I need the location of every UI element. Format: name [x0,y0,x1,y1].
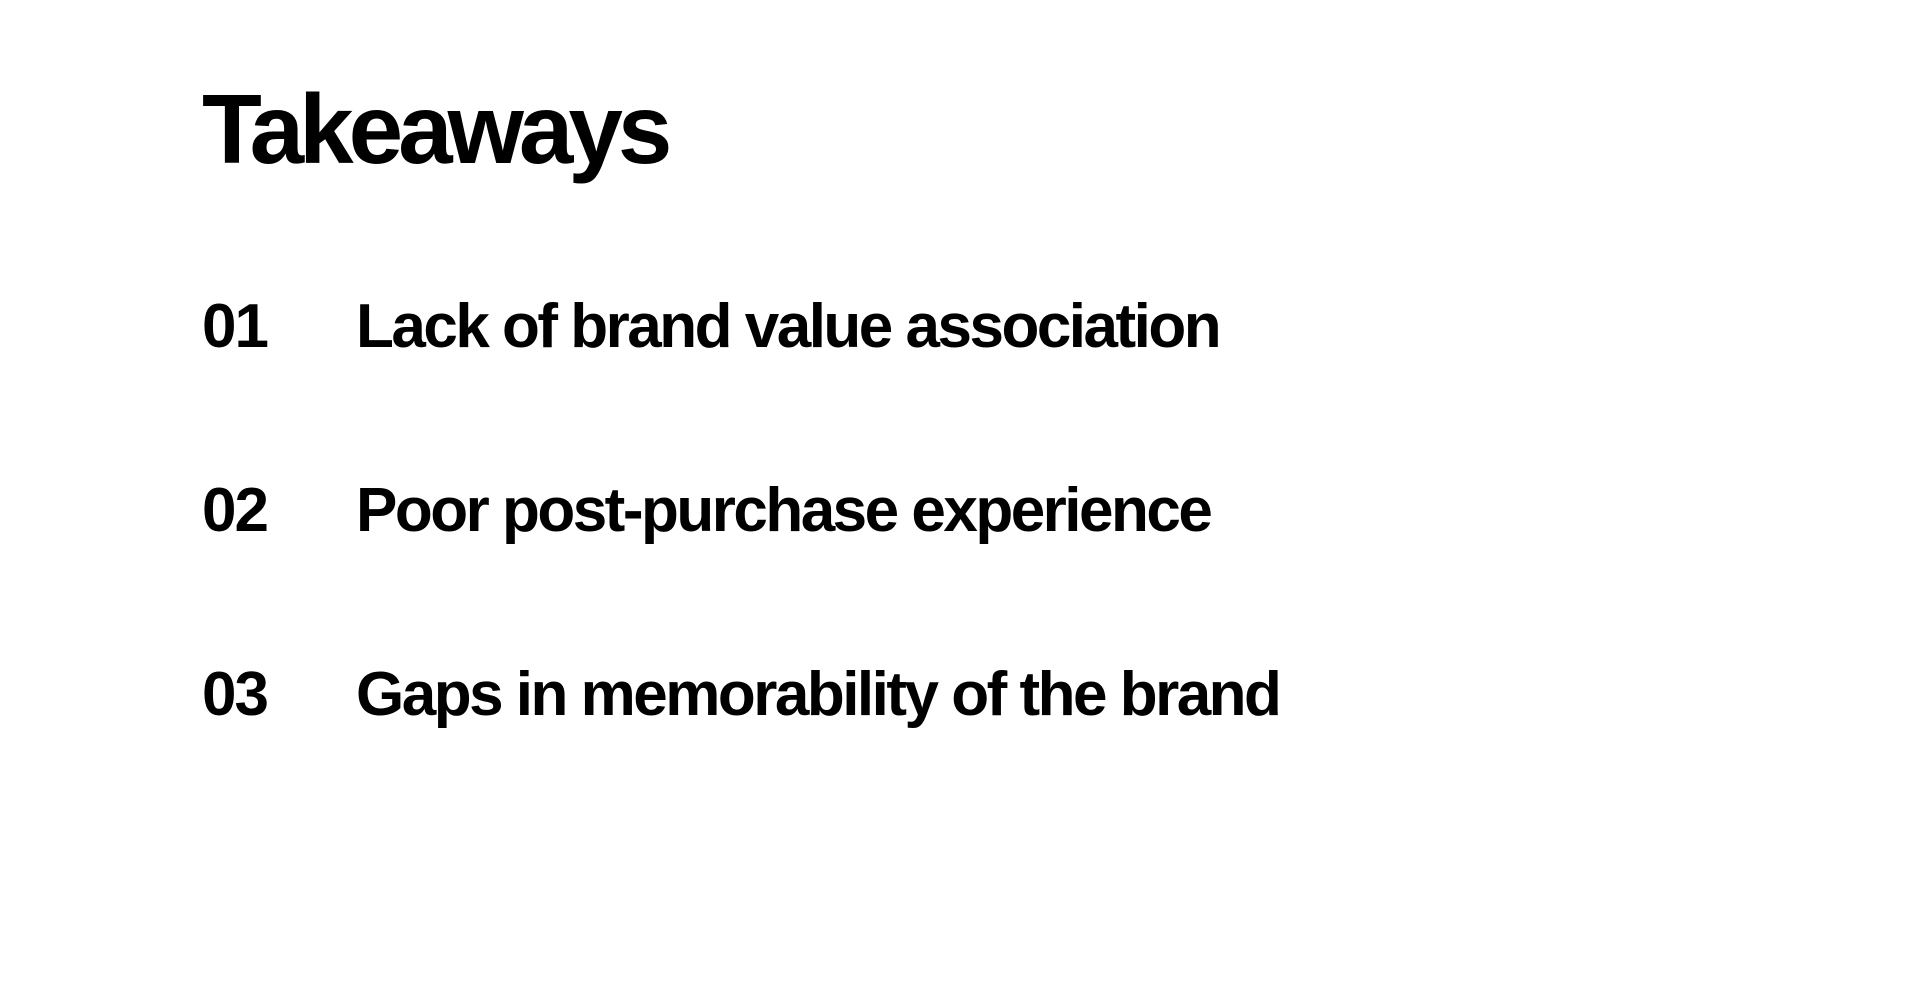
takeaway-number: 03 [202,660,269,729]
list-item: 03 Gaps in memorability of the brand [202,660,1282,848]
list-item: 02 Poor post-purchase experience [202,480,1279,664]
takeaways-list: 01 Lack of brand value association 02 Po… [202,296,1282,848]
page-title: Takeaways [202,74,672,184]
takeaway-text: Gaps in memorability of the brand [356,660,1282,729]
takeaway-number: 02 [202,476,269,545]
list-item: 01 Lack of brand value association [202,296,1279,480]
slide: Takeaways 01 Lack of brand value associa… [0,0,1917,1008]
takeaway-text: Poor post-purchase experience [356,476,1213,545]
takeaway-number: 01 [202,292,269,361]
takeaway-text: Lack of brand value association [356,292,1222,361]
